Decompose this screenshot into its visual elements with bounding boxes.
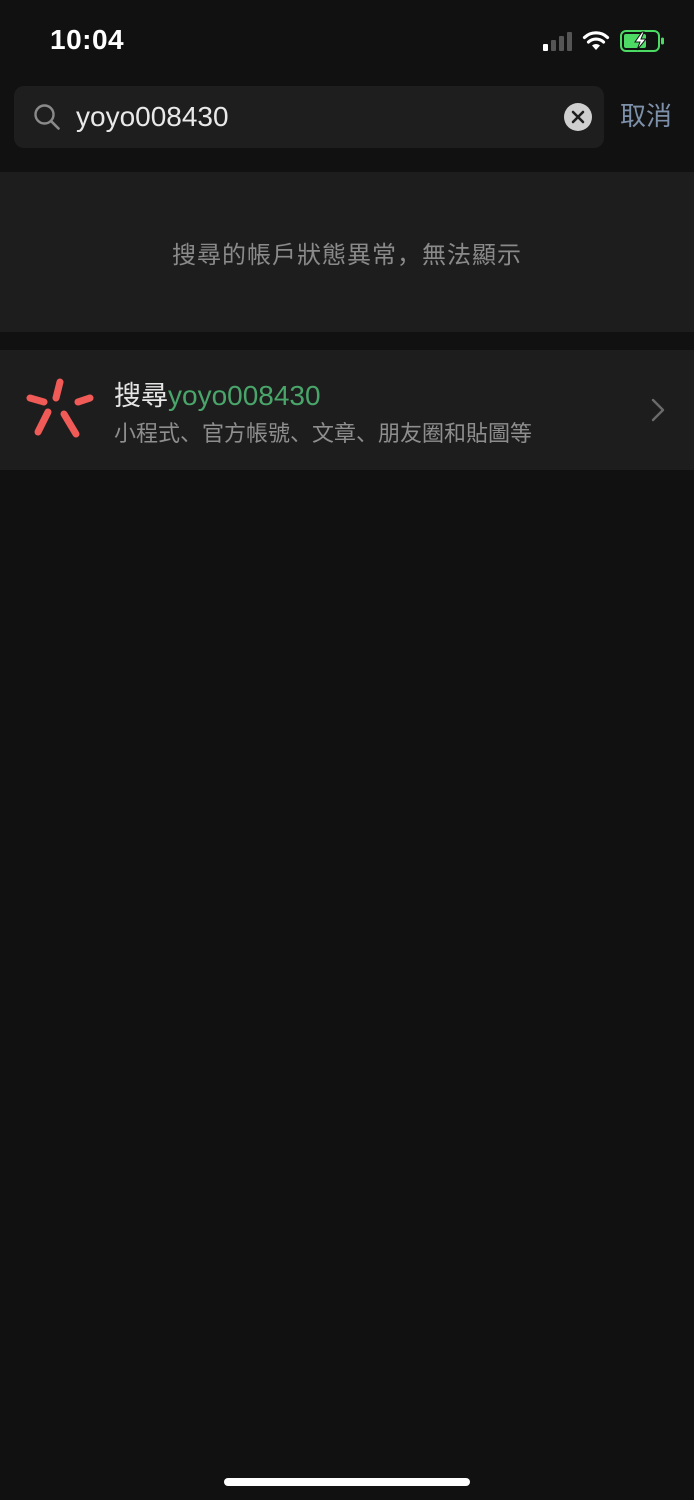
chevron-right-icon: [651, 398, 665, 422]
status-icons: [543, 28, 666, 54]
search-icon: [34, 104, 60, 130]
notice-text: 搜尋的帳戶狀態異常，無法顯示: [172, 240, 522, 269]
search-online-row[interactable]: 搜尋yoyo008430 小程式、官方帳號、文章、朋友圈和貼圖等: [0, 350, 694, 470]
search-bar: 取消: [0, 86, 694, 148]
battery-charging-icon: [620, 30, 664, 52]
cancel-button[interactable]: 取消: [620, 86, 672, 148]
account-notice: 搜尋的帳戶狀態異常，無法顯示: [0, 172, 694, 332]
search-box[interactable]: [14, 86, 604, 148]
search-online-subtitle: 小程式、官方帳號、文章、朋友圈和貼圖等: [114, 422, 533, 447]
search-online-title: 搜尋yoyo008430: [114, 374, 321, 413]
clear-icon[interactable]: [564, 103, 592, 131]
cellular-signal-icon: [543, 31, 572, 51]
home-indicator[interactable]: [224, 1478, 470, 1486]
search-input[interactable]: [76, 86, 546, 148]
search-online-query: yoyo008430: [168, 380, 321, 411]
wifi-icon: [582, 31, 610, 50]
search-discover-logo-icon: [26, 378, 94, 438]
status-bar: 10:04: [0, 0, 694, 80]
search-online-prefix: 搜尋: [114, 381, 168, 412]
status-time: 10:04: [50, 24, 125, 55]
close-icon: [571, 110, 585, 124]
